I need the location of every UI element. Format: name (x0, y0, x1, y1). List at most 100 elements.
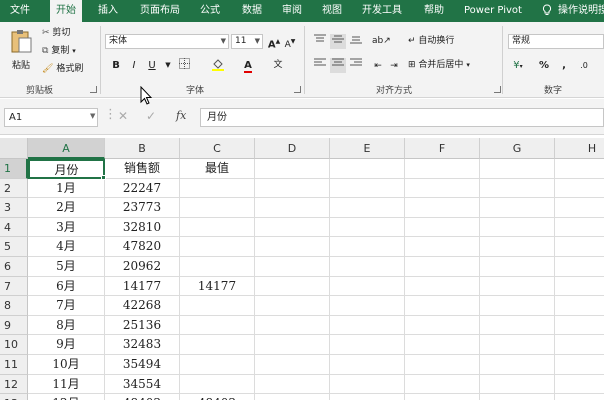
tab-page-layout[interactable]: 页面布局 (140, 0, 180, 22)
column-header-d[interactable]: D (255, 138, 330, 159)
font-launcher-icon[interactable] (294, 86, 301, 93)
cell-c2[interactable] (180, 178, 255, 199)
cell-a11[interactable]: 10月 (28, 355, 105, 375)
cell-f7[interactable] (405, 276, 480, 297)
tab-developer[interactable]: 开发工具 (362, 0, 402, 22)
comma-style-button[interactable]: , (556, 58, 572, 73)
cell-f11[interactable] (405, 355, 480, 375)
row-header[interactable]: 5 (0, 237, 28, 257)
cell-e2[interactable] (330, 178, 405, 199)
cell-g11[interactable] (480, 355, 555, 375)
cell-d6[interactable] (255, 257, 330, 277)
cell-a5[interactable]: 4月 (28, 237, 105, 257)
cell-e5[interactable] (330, 237, 405, 257)
cell-a13[interactable]: 12月 (28, 394, 105, 400)
name-box[interactable]: A1 (4, 108, 98, 127)
cell-d2[interactable] (255, 178, 330, 199)
copy-button[interactable]: ⧉ 复制 ▾ (42, 44, 76, 58)
cell-g6[interactable] (480, 257, 555, 277)
cell-f12[interactable] (405, 374, 480, 395)
shrink-font-button[interactable]: A▼ (282, 34, 298, 50)
formula-input[interactable]: 月份 (200, 108, 604, 127)
cell-h5[interactable] (555, 237, 604, 257)
alignment-launcher-icon[interactable] (494, 86, 501, 93)
cell-b1[interactable]: 销售额 (105, 159, 180, 179)
wrap-text-button[interactable]: ↵ 自动换行 (408, 34, 454, 48)
align-bottom-button[interactable] (348, 34, 364, 49)
tab-insert[interactable]: 插入 (98, 0, 118, 22)
cell-d1[interactable] (255, 159, 330, 179)
cell-e6[interactable] (330, 257, 405, 277)
cell-f1[interactable] (405, 159, 480, 179)
borders-button[interactable] (176, 58, 192, 73)
cell-b12[interactable]: 34554 (105, 374, 180, 395)
cell-b4[interactable]: 32810 (105, 217, 180, 238)
cell-e7[interactable] (330, 276, 405, 297)
fill-handle[interactable] (101, 174, 106, 180)
cell-c6[interactable] (180, 257, 255, 277)
cell-g4[interactable] (480, 217, 555, 238)
cell-c9[interactable] (180, 315, 255, 336)
cell-e12[interactable] (330, 374, 405, 395)
cell-h13[interactable] (555, 394, 604, 400)
row-header[interactable]: 10 (0, 335, 28, 355)
cell-d13[interactable] (255, 394, 330, 400)
cell-f8[interactable] (405, 296, 480, 316)
cell-c11[interactable] (180, 355, 255, 375)
cell-h1[interactable] (555, 159, 604, 179)
chevron-down-icon[interactable]: ▼ (160, 58, 176, 73)
cell-h10[interactable] (555, 335, 604, 355)
bold-button[interactable]: B (108, 58, 124, 73)
cell-b5[interactable]: 47820 (105, 237, 180, 257)
clipboard-launcher-icon[interactable] (90, 86, 97, 93)
cell-b2[interactable]: 22247 (105, 178, 180, 199)
cell-c1[interactable]: 最值 (180, 159, 255, 179)
insert-function-button[interactable]: fx (176, 109, 186, 122)
phonetic-button[interactable]: 文 (270, 58, 286, 73)
cut-button[interactable]: ✂ 剪切 (42, 26, 70, 40)
cell-b8[interactable]: 42268 (105, 296, 180, 316)
font-name-combo[interactable]: 宋体 ▼ (105, 34, 229, 49)
cell-e4[interactable] (330, 217, 405, 238)
decrease-indent-button[interactable]: ⇤ (370, 58, 386, 73)
row-header[interactable]: 12 (0, 374, 28, 395)
cell-b3[interactable]: 23773 (105, 198, 180, 218)
cell-f5[interactable] (405, 237, 480, 257)
cell-e3[interactable] (330, 198, 405, 218)
cell-a1[interactable]: 月份 (28, 159, 105, 179)
cell-d8[interactable] (255, 296, 330, 316)
cell-b9[interactable]: 25136 (105, 315, 180, 336)
number-format-combo[interactable]: 常规 (508, 34, 604, 49)
tab-home[interactable]: 开始 (50, 0, 82, 22)
select-all-button[interactable] (0, 138, 28, 159)
cell-d4[interactable] (255, 217, 330, 238)
row-header[interactable]: 3 (0, 198, 28, 218)
cell-d12[interactable] (255, 374, 330, 395)
cell-a9[interactable]: 8月 (28, 315, 105, 336)
cell-d3[interactable] (255, 198, 330, 218)
row-header[interactable]: 7 (0, 276, 28, 297)
column-header-c[interactable]: C (180, 138, 255, 159)
cell-c4[interactable] (180, 217, 255, 238)
cell-d7[interactable] (255, 276, 330, 297)
cell-d5[interactable] (255, 237, 330, 257)
row-header[interactable]: 13 (0, 394, 28, 400)
align-right-button[interactable] (348, 58, 364, 73)
cell-g8[interactable] (480, 296, 555, 316)
row-header[interactable]: 11 (0, 355, 28, 375)
cell-g5[interactable] (480, 237, 555, 257)
row-header[interactable]: 1 (0, 159, 28, 179)
cell-c12[interactable] (180, 374, 255, 395)
align-middle-button[interactable] (330, 34, 346, 49)
format-painter-button[interactable]: 🖌 格式刷 (42, 62, 83, 76)
cell-h3[interactable] (555, 198, 604, 218)
cell-f3[interactable] (405, 198, 480, 218)
tab-file[interactable]: 文件 (10, 0, 30, 22)
row-header[interactable]: 4 (0, 217, 28, 238)
tab-view[interactable]: 视图 (322, 0, 342, 22)
cell-d10[interactable] (255, 335, 330, 355)
paste-button[interactable]: 粘贴 (8, 28, 34, 78)
cell-g2[interactable] (480, 178, 555, 199)
cell-c3[interactable] (180, 198, 255, 218)
cell-f9[interactable] (405, 315, 480, 336)
